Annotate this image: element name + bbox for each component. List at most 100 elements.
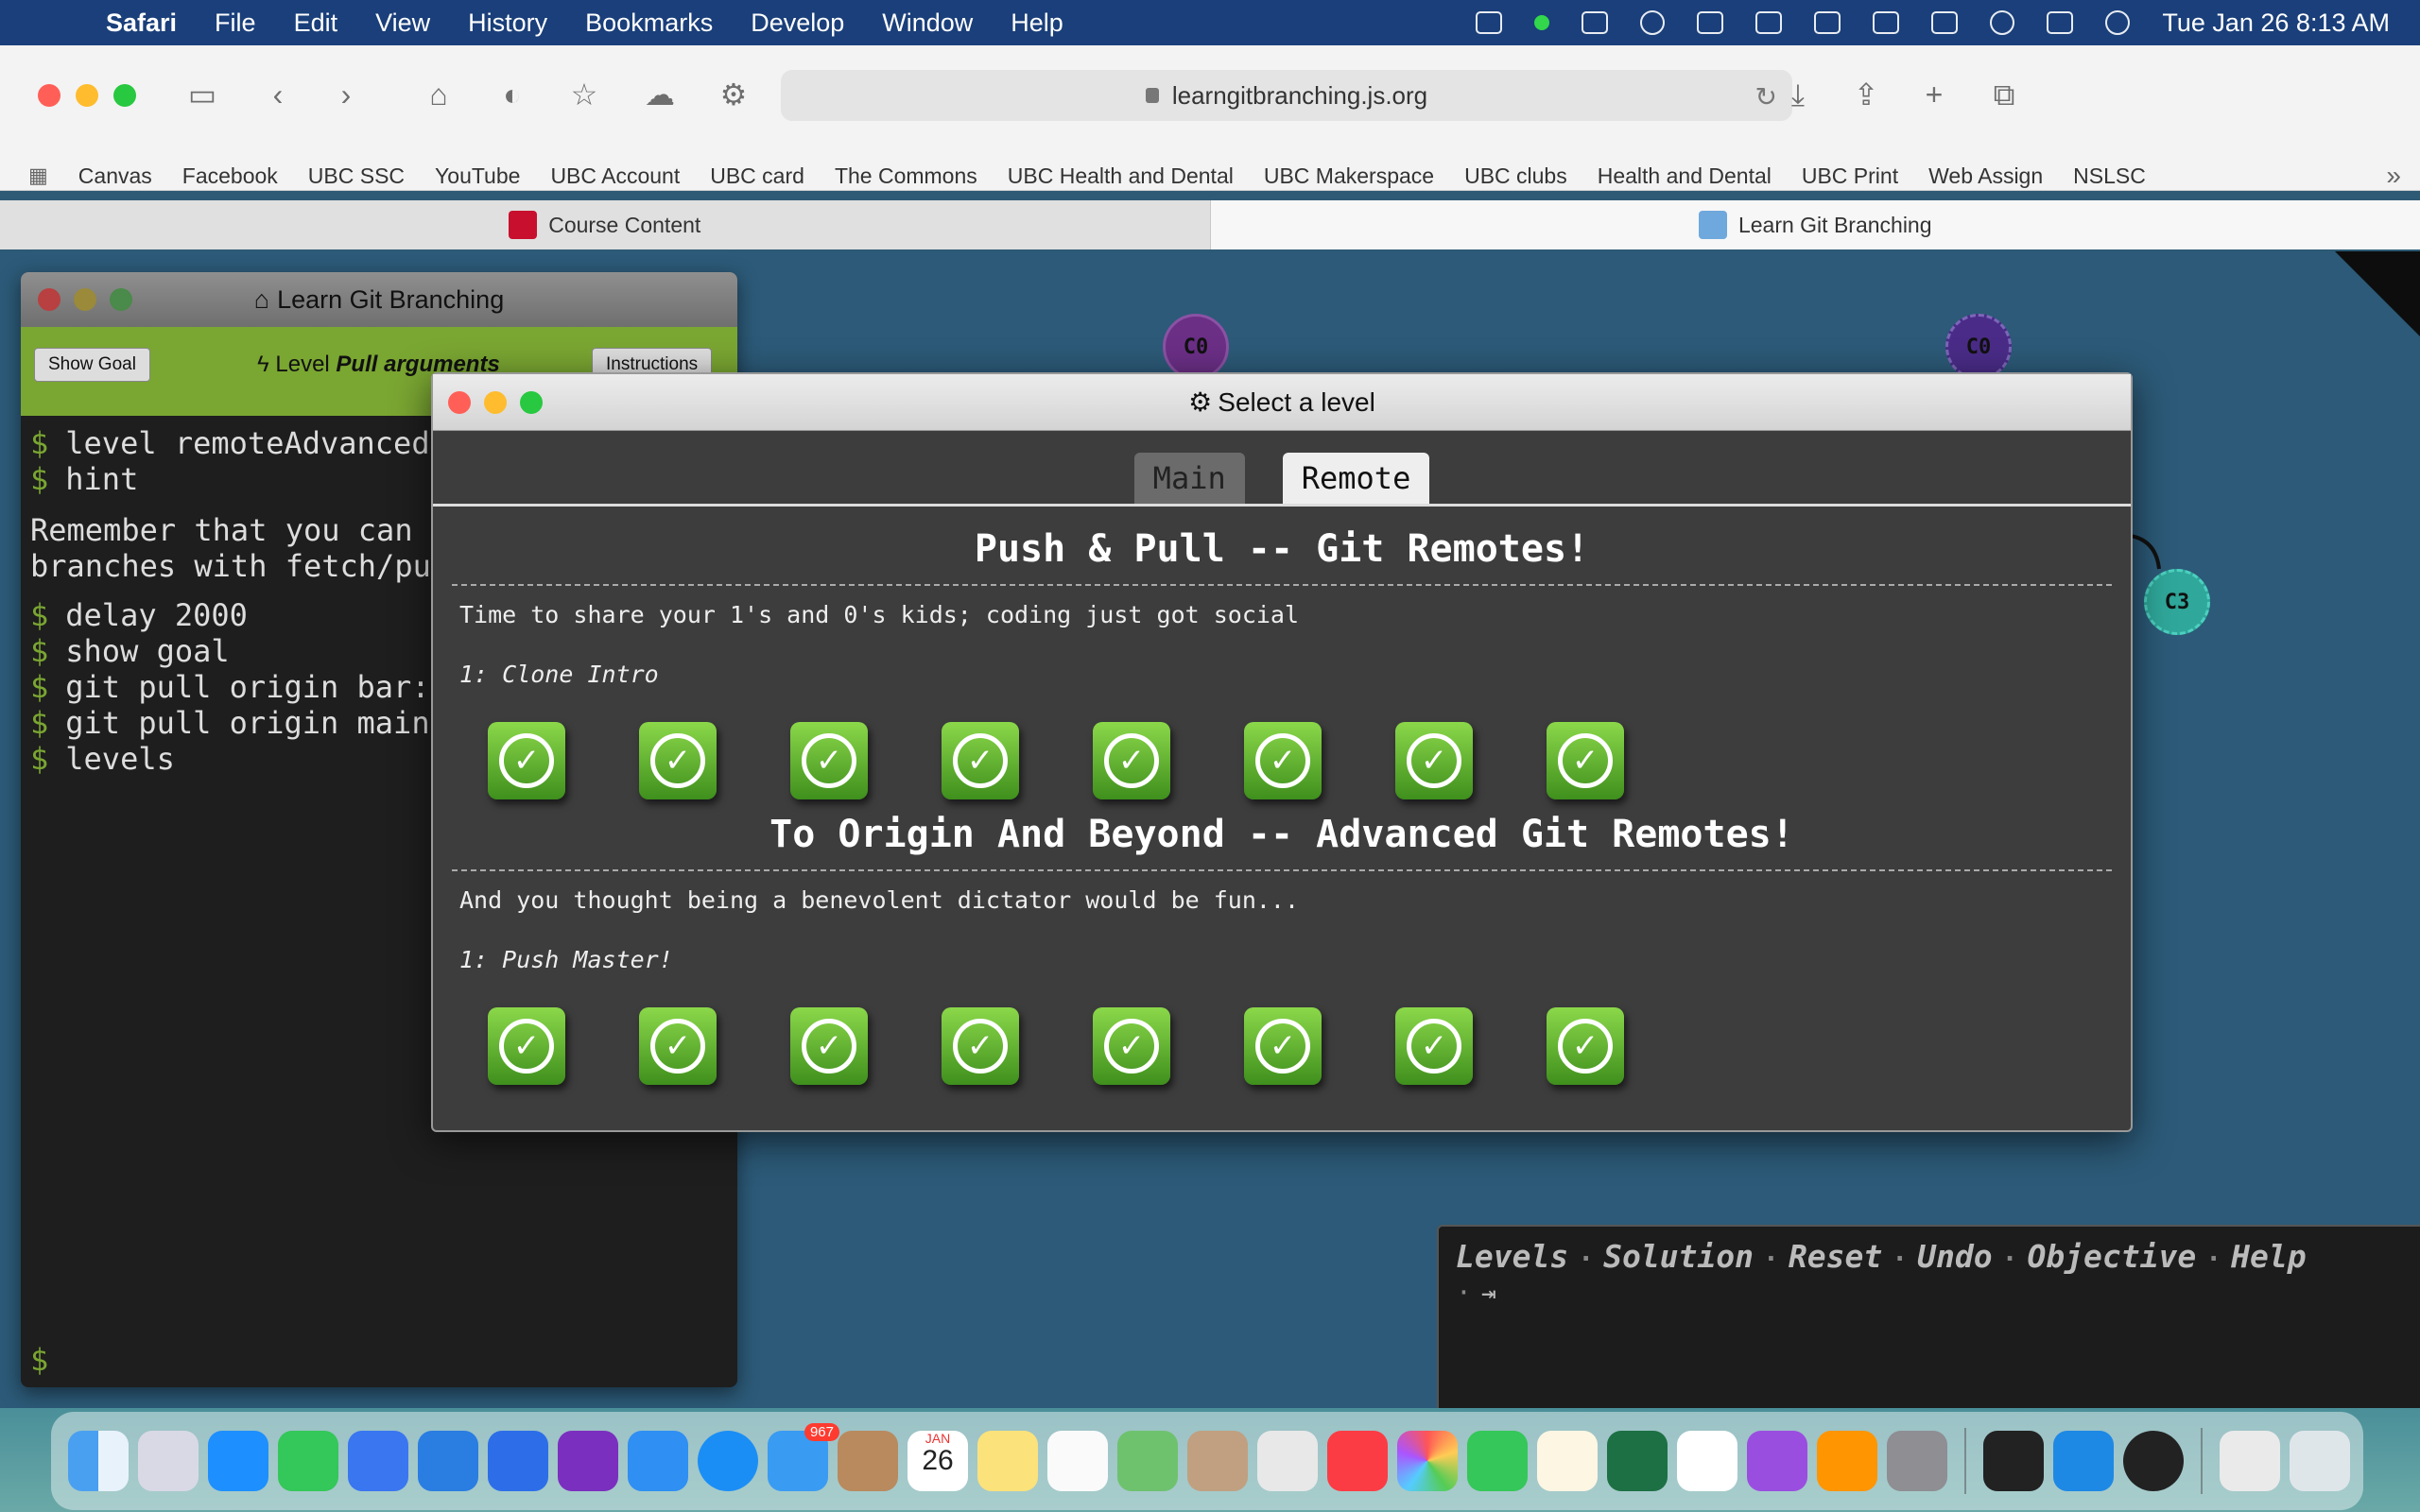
menu-view[interactable]: View [375, 9, 430, 38]
tab-course-content[interactable]: Course Content [0, 200, 1211, 249]
favorite-link[interactable]: YouTube [435, 163, 520, 189]
launchpad-icon[interactable] [138, 1431, 199, 1491]
apple-school-icon[interactable] [418, 1431, 478, 1491]
command-prompt[interactable]: $ [30, 1342, 48, 1378]
menu-history[interactable]: History [468, 9, 547, 38]
minimize-window-button[interactable] [76, 84, 98, 107]
close-icon[interactable] [38, 288, 60, 311]
menu-develop[interactable]: Develop [751, 9, 844, 38]
undo-link[interactable]: Undo [1917, 1238, 1992, 1275]
solution-link[interactable]: Solution [1603, 1238, 1754, 1275]
star-icon[interactable]: ☆ [567, 77, 601, 112]
level-completed-button[interactable]: ✓ [639, 1007, 717, 1085]
level-completed-button[interactable]: ✓ [488, 1007, 565, 1085]
downloads-stack-icon[interactable] [2220, 1431, 2280, 1491]
favorite-link[interactable]: UBC clubs [1464, 163, 1567, 189]
forward-icon[interactable]: › [329, 77, 363, 112]
signal-icon[interactable] [348, 1431, 408, 1491]
home-icon[interactable]: ⌂ [422, 77, 456, 112]
favorite-link[interactable]: UBC SSC [308, 163, 405, 189]
safari-icon[interactable] [698, 1431, 758, 1491]
level-completed-button[interactable]: ✓ [639, 722, 717, 799]
level-completed-button[interactable]: ✓ [1547, 1007, 1624, 1085]
favorite-link[interactable]: UBC Health and Dental [1008, 163, 1234, 189]
maximize-icon[interactable] [110, 288, 132, 311]
cloud-icon[interactable]: ☁ [643, 77, 677, 112]
menu-bookmarks[interactable]: Bookmarks [585, 9, 713, 38]
favorite-link[interactable]: Web Assign [1928, 163, 2043, 189]
favorite-link[interactable]: UBC Account [550, 163, 680, 189]
shield-icon[interactable]: ◐ [495, 77, 529, 112]
siri-icon[interactable] [2105, 10, 2131, 35]
close-window-button[interactable] [38, 84, 60, 107]
commit-node[interactable]: C0 [1945, 314, 2012, 380]
messages-icon[interactable] [278, 1431, 338, 1491]
level-completed-button[interactable]: ✓ [488, 722, 565, 799]
control-center-icon[interactable] [2047, 11, 2074, 34]
level-completed-button[interactable]: ✓ [942, 1007, 1019, 1085]
trash-icon[interactable] [2290, 1431, 2350, 1491]
level-completed-button[interactable]: ✓ [1547, 722, 1624, 799]
close-icon[interactable] [448, 391, 471, 414]
favorite-link[interactable]: UBC Print [1802, 163, 1898, 189]
reset-link[interactable]: Reset [1789, 1238, 1882, 1275]
exit-icon[interactable]: ⇥ [1481, 1280, 1496, 1308]
zoom-window-button[interactable] [113, 84, 136, 107]
menu-app[interactable]: Safari [106, 9, 177, 38]
numbers-icon[interactable] [1677, 1431, 1737, 1491]
stats-icon[interactable] [1476, 11, 1503, 34]
mail-icon[interactable]: 967 [768, 1423, 839, 1491]
minimize-icon[interactable] [74, 288, 96, 311]
menu-help[interactable]: Help [1011, 9, 1063, 38]
favorite-link[interactable]: Canvas [78, 163, 152, 189]
maximize-icon[interactable] [520, 391, 543, 414]
vscode-icon[interactable] [2053, 1431, 2114, 1491]
level-completed-button[interactable]: ✓ [1395, 722, 1473, 799]
bookmark-app-icon[interactable] [628, 1431, 688, 1491]
music-icon[interactable] [1327, 1431, 1388, 1491]
volume-icon[interactable] [1697, 11, 1724, 34]
finder-icon[interactable] [68, 1431, 129, 1491]
menu-window[interactable]: Window [882, 9, 973, 38]
pencil-app-icon[interactable] [488, 1431, 548, 1491]
help-link[interactable]: Help [2231, 1238, 2306, 1275]
notes-icon[interactable] [977, 1431, 1038, 1491]
podcasts-icon[interactable] [1747, 1431, 1807, 1491]
wifi-icon[interactable] [1931, 11, 1959, 34]
new-tab-icon[interactable]: + [1917, 77, 1951, 112]
pages-icon[interactable] [1537, 1431, 1598, 1491]
clock[interactable]: Tue Jan 26 8:13 AM [2162, 9, 2390, 38]
menu-file[interactable]: File [215, 9, 256, 38]
app-store-icon[interactable] [208, 1431, 268, 1491]
favorite-link[interactable]: Health and Dental [1598, 163, 1772, 189]
script-app-icon[interactable] [1187, 1431, 1248, 1491]
tab-remote[interactable]: Remote [1282, 453, 1430, 504]
download-icon[interactable]: ⤓ [1781, 77, 1815, 112]
play-icon[interactable] [1640, 10, 1666, 35]
gear-icon[interactable]: ⚙ [717, 77, 751, 112]
calendar-icon[interactable]: JAN 26 [908, 1431, 968, 1491]
favorite-link[interactable]: Facebook [182, 163, 278, 189]
photos-icon[interactable] [1397, 1431, 1458, 1491]
battery-icon[interactable] [1873, 11, 1900, 34]
books-icon[interactable] [1817, 1431, 1877, 1491]
reload-icon[interactable]: ↻ [1755, 81, 1777, 112]
printer-icon[interactable] [1582, 11, 1609, 34]
address-bar[interactable]: learngitbranching.js.org ↻ [781, 70, 1792, 121]
level-completed-button[interactable]: ✓ [1395, 1007, 1473, 1085]
grid-icon[interactable]: ▦ [28, 163, 48, 188]
back-icon[interactable]: ‹ [261, 77, 295, 112]
tab-learn-git-branching[interactable]: Learn Git Branching [1210, 200, 2420, 249]
bluetooth-icon[interactable] [1814, 11, 1841, 34]
level-completed-button[interactable]: ✓ [1244, 722, 1322, 799]
objective-link[interactable]: Objective [2027, 1238, 2196, 1275]
facetime-icon[interactable] [1467, 1431, 1528, 1491]
reminders-icon[interactable] [1047, 1431, 1108, 1491]
musescore-icon[interactable] [1257, 1431, 1318, 1491]
levels-link[interactable]: Levels [1456, 1238, 1568, 1275]
level-completed-button[interactable]: ✓ [1244, 1007, 1322, 1085]
favorite-link[interactable]: UBC card [710, 163, 804, 189]
terminal-icon[interactable] [1983, 1431, 2044, 1491]
onenote-icon[interactable] [558, 1431, 618, 1491]
tab-overview-icon[interactable]: ⧉ [1987, 77, 2021, 112]
